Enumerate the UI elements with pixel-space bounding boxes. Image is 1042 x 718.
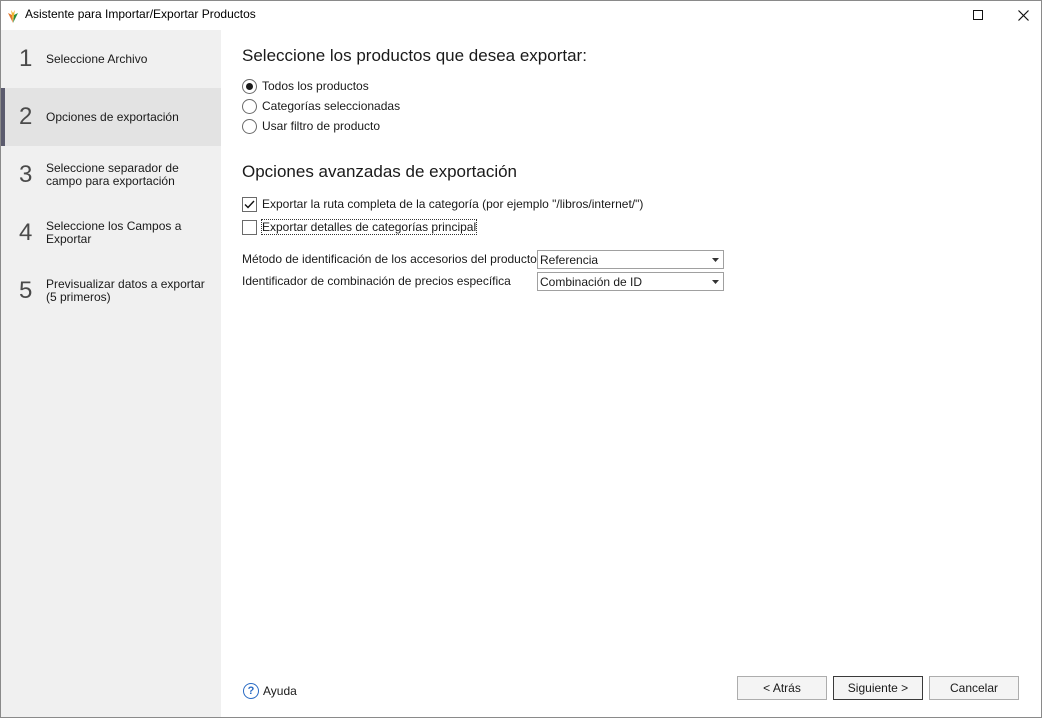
step-label: Previsualizar datos a exportar (5 primer…	[46, 277, 205, 304]
select-value: Referencia	[540, 252, 599, 267]
steps-sidebar: 1 Seleccione Archivo 2 Opciones de expor…	[1, 30, 221, 717]
maximize-icon	[973, 10, 983, 20]
step-label: Seleccione separador de campo para expor…	[46, 161, 179, 188]
accessories-method-select[interactable]: Referencia	[537, 250, 724, 269]
next-button[interactable]: Siguiente >	[833, 676, 923, 700]
help-label: Ayuda	[263, 684, 297, 698]
radio-label: Categorías seleccionadas	[262, 99, 401, 113]
back-button[interactable]: < Atrás	[737, 676, 827, 700]
step-number: 1	[19, 45, 33, 72]
main-panel: Seleccione los productos que desea expor…	[222, 30, 1041, 717]
step-number: 2	[19, 103, 33, 130]
products-heading: Seleccione los productos que desea expor…	[242, 46, 587, 65]
checkbox-label: Exportar la ruta completa de la categorí…	[262, 197, 644, 211]
radio-button[interactable]	[242, 118, 257, 134]
radio-all-products[interactable]: Todos los productos	[242, 77, 369, 95]
step-4[interactable]: 4 Seleccione los Campos a Exportar	[1, 204, 221, 262]
checkbox-label: Exportar detalles de categorías principa…	[260, 219, 478, 235]
help-link[interactable]: ? Ayuda	[243, 683, 297, 699]
maximize-button[interactable]	[956, 1, 1000, 29]
accessories-method-label: Método de identificación de los accesori…	[242, 252, 537, 266]
radio-label: Todos los productos	[262, 79, 369, 93]
help-question-icon: ?	[243, 683, 259, 699]
price-combination-select[interactable]: Combinación de ID	[537, 272, 724, 291]
step-label: Seleccione Archivo	[46, 51, 148, 66]
radio-product-filter[interactable]: Usar filtro de producto	[242, 117, 380, 135]
checkmark-icon	[244, 200, 255, 209]
checkbox[interactable]	[242, 196, 257, 212]
step-number: 3	[19, 161, 33, 188]
radio-button[interactable]	[242, 78, 257, 94]
step-label: Seleccione los Campos a Exportar	[46, 219, 182, 246]
checkbox-parent-category-details[interactable]: Exportar detalles de categorías principa…	[242, 218, 478, 236]
wizard-window: Asistente para Importar/Exportar Product…	[0, 0, 1042, 718]
step-label: Opciones de exportación	[46, 109, 179, 124]
checkbox[interactable]	[242, 219, 257, 235]
step-number: 4	[19, 219, 33, 246]
checkbox-full-category-path[interactable]: Exportar la ruta completa de la categorí…	[242, 195, 643, 213]
price-combination-label: Identificador de combinación de precios …	[242, 274, 511, 288]
window-title: Asistente para Importar/Exportar Product…	[25, 7, 256, 21]
close-icon	[1017, 9, 1029, 21]
step-5[interactable]: 5 Previsualizar datos a exportar (5 prim…	[1, 262, 221, 320]
chevron-down-icon[interactable]	[707, 251, 723, 268]
title-bar: Asistente para Importar/Exportar Product…	[1, 1, 1041, 29]
cancel-button[interactable]: Cancelar	[929, 676, 1019, 700]
step-3[interactable]: 3 Seleccione separador de campo para exp…	[1, 146, 221, 204]
step-1[interactable]: 1 Seleccione Archivo	[1, 30, 221, 88]
step-2[interactable]: 2 Opciones de exportación	[1, 88, 221, 146]
radio-button[interactable]	[242, 98, 257, 114]
radio-label: Usar filtro de producto	[262, 119, 381, 133]
close-button[interactable]	[1001, 1, 1042, 29]
step-number: 5	[19, 277, 33, 304]
radio-selected-categories[interactable]: Categorías seleccionadas	[242, 97, 400, 115]
app-logo-icon	[6, 7, 20, 23]
chevron-down-icon[interactable]	[707, 273, 723, 290]
select-value: Combinación de ID	[540, 274, 643, 289]
advanced-heading: Opciones avanzadas de exportación	[242, 162, 518, 181]
